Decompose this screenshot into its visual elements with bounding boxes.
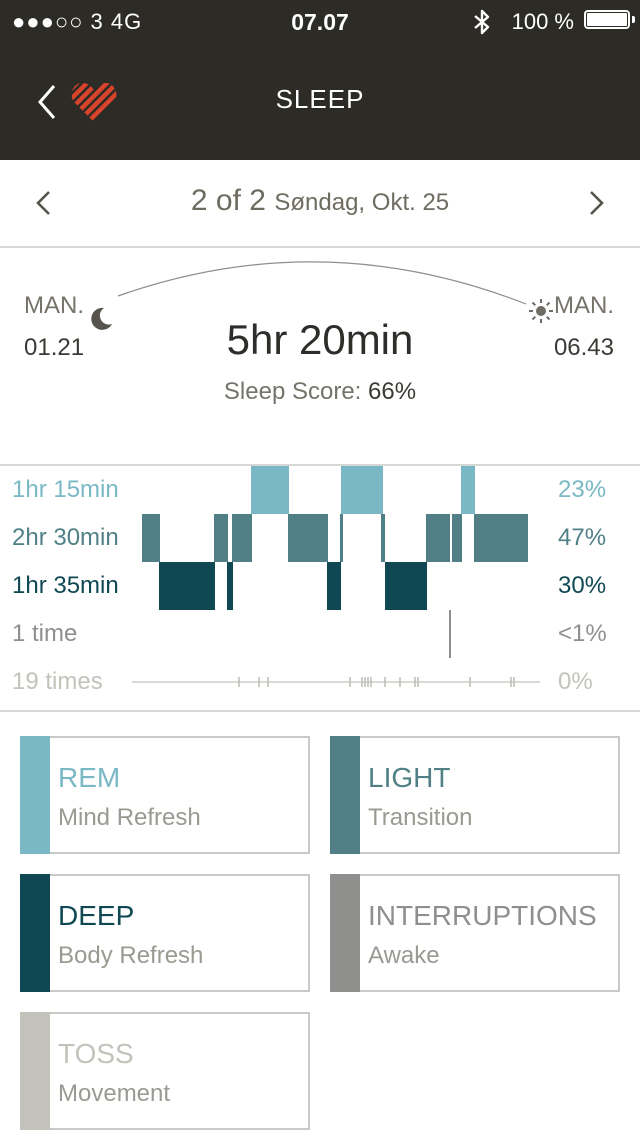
deep-segment — [227, 562, 233, 610]
date-text: Søndag, Okt. 25 — [274, 189, 450, 216]
divider — [0, 710, 640, 712]
sleep-score: Sleep Score: 66% — [0, 378, 640, 406]
light-color-swatch — [330, 736, 360, 854]
legend-title: LIGHT — [368, 762, 451, 793]
bluetooth-icon — [474, 9, 490, 35]
legend-subtitle: Awake — [368, 942, 440, 969]
legend-subtitle: Body Refresh — [58, 942, 204, 969]
page-title: SLEEP — [275, 84, 365, 114]
battery-icon — [584, 10, 630, 29]
deep-segment — [327, 562, 341, 610]
sleep-duration: 5hr 20min — [226, 316, 414, 363]
legend-card-interruptions[interactable]: INTERRUPTIONS Awake — [330, 874, 620, 992]
deep-segment — [385, 562, 427, 610]
interruptions-color-swatch — [330, 874, 360, 992]
legend-card-toss[interactable]: TOSS Movement — [20, 1012, 310, 1130]
rem-duration: 1hr 15min — [12, 476, 119, 503]
light-duration: 2hr 30min — [12, 524, 119, 551]
toss-color-swatch — [20, 1012, 50, 1130]
rem-color-swatch — [20, 736, 50, 854]
sleep-summary: MAN. 01.21 MAN. 06.43 5hr 20min Sleep Sc… — [0, 248, 640, 466]
date-navigation: 2 of 2 Søndag, Okt. 25 — [0, 160, 640, 248]
toss-track — [132, 677, 540, 687]
legend-title: REM — [58, 762, 121, 793]
deep-color-swatch — [20, 874, 50, 992]
interruptions-count: 1 time — [12, 620, 78, 647]
rem-segment — [341, 466, 383, 514]
rem-segment — [251, 466, 289, 514]
light-segment — [340, 514, 343, 562]
light-segment — [142, 514, 160, 562]
light-segment — [474, 514, 528, 562]
legend-title: DEEP — [58, 900, 135, 931]
interruption-marker — [449, 610, 451, 658]
light-segment — [426, 514, 450, 562]
deep-percent: 30% — [558, 572, 607, 599]
legend-title: INTERRUPTIONS — [368, 900, 597, 931]
light-segment — [381, 514, 385, 562]
interruptions-percent: <1% — [558, 620, 607, 647]
light-segment — [288, 514, 328, 562]
battery-tip — [632, 16, 635, 23]
light-segment — [214, 514, 228, 562]
date-label: 2 of 2 Søndag, Okt. 25 — [0, 184, 640, 218]
light-percent: 47% — [558, 524, 607, 551]
sleep-score-value: 66% — [368, 378, 417, 405]
rem-segment — [461, 466, 475, 514]
legend-subtitle: Movement — [58, 1080, 171, 1107]
battery-percent: 100 % — [511, 9, 574, 34]
rem-percent: 23% — [558, 476, 607, 503]
deep-segment — [159, 562, 215, 610]
light-segment — [452, 514, 462, 562]
legend-subtitle: Transition — [368, 804, 473, 831]
page-count: 2 of 2 — [190, 184, 266, 217]
legend-title: TOSS — [58, 1038, 134, 1069]
legend-card-deep[interactable]: DEEP Body Refresh — [20, 874, 310, 992]
legend-subtitle: Mind Refresh — [58, 804, 201, 831]
next-day-button[interactable] — [580, 186, 610, 220]
deep-duration: 1hr 35min — [12, 572, 119, 599]
legend-card-light[interactable]: LIGHT Transition — [330, 736, 620, 854]
sleep-score-label: Sleep Score: — [223, 378, 362, 405]
legend-card-rem[interactable]: REM Mind Refresh — [20, 736, 310, 854]
light-segment — [232, 514, 252, 562]
